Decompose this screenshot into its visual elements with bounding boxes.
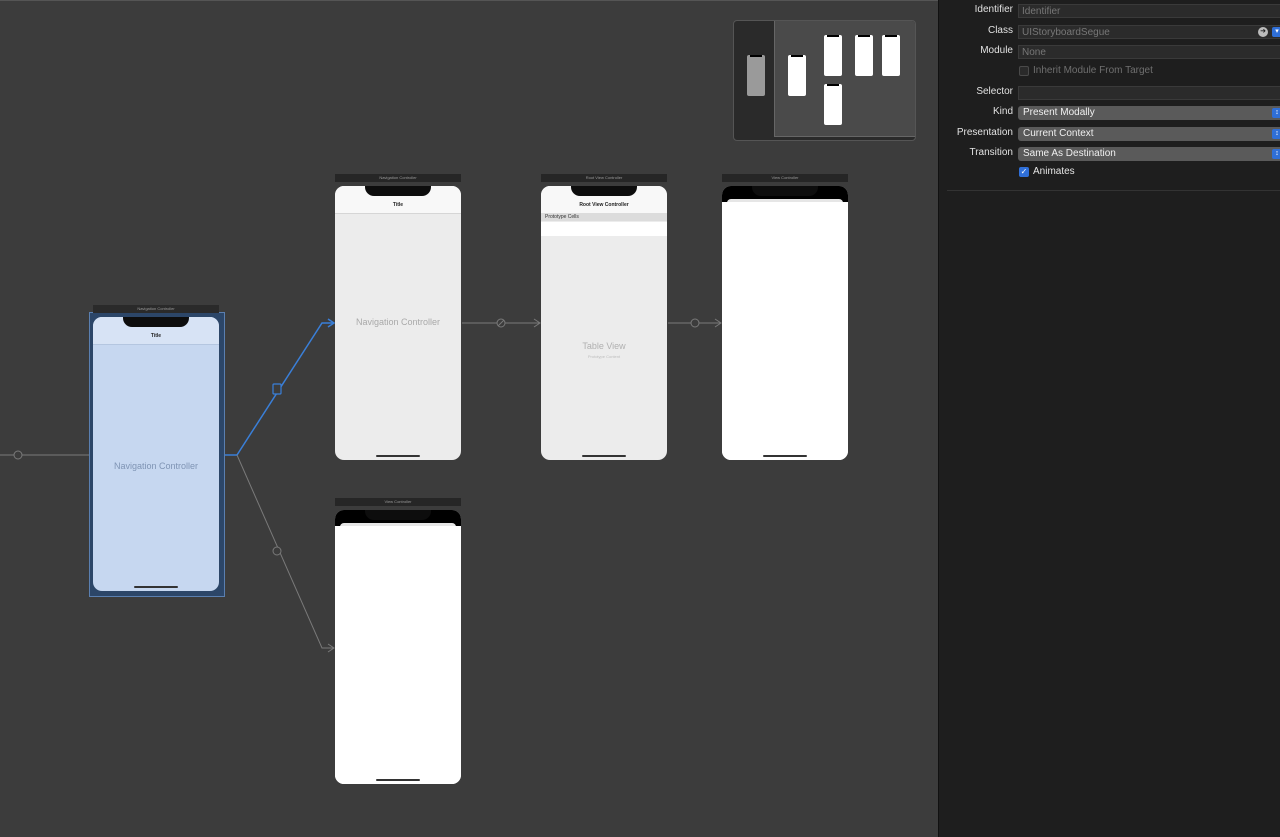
- identifier-row: Identifier Identifier: [939, 0, 1280, 20]
- kind-row: Kind Present Modally ↕: [939, 102, 1280, 122]
- table-view-sublabel: Prototype Content: [587, 354, 621, 359]
- controller-placeholder-label: Navigation Controller: [355, 317, 441, 327]
- minimap-scene[interactable]: [882, 35, 900, 76]
- show-segue-icon[interactable]: [690, 318, 700, 328]
- module-label: Module: [980, 45, 1013, 56]
- presentation-popup[interactable]: Current Context ↕: [1018, 127, 1280, 141]
- home-indicator: [376, 455, 420, 457]
- canvas-minimap[interactable]: [733, 20, 916, 141]
- storyboard-canvas[interactable]: Navigation Controller Title Navigation C…: [0, 0, 938, 837]
- inspector-divider: [947, 190, 1280, 191]
- animates-label: Animates: [1033, 166, 1075, 177]
- class-row: Class UIStoryboardSegue ➜ ▾: [939, 21, 1280, 41]
- chevron-updown-icon: ↕: [1272, 129, 1280, 139]
- chevron-updown-icon: ↕: [1272, 149, 1280, 159]
- minimap-scene[interactable]: [855, 35, 873, 76]
- modal-sheet[interactable]: [722, 202, 848, 460]
- selector-field[interactable]: [1018, 86, 1280, 100]
- kind-value: Present Modally: [1023, 107, 1095, 118]
- minimap-notch: [750, 55, 762, 57]
- home-indicator: [582, 455, 626, 457]
- minimap-scene[interactable]: [824, 84, 842, 125]
- minimap-scene[interactable]: [747, 55, 765, 96]
- chevron-down-icon[interactable]: ▾: [1272, 27, 1280, 37]
- selected-segue-icon[interactable]: [272, 383, 282, 395]
- modal-segue-line[interactable]: [236, 454, 334, 649]
- device-notch: [571, 186, 637, 196]
- module-row: Module None: [939, 41, 1280, 61]
- minimap-notch: [827, 35, 839, 37]
- minimap-scene[interactable]: [824, 35, 842, 76]
- class-field[interactable]: UIStoryboardSegue: [1018, 25, 1280, 39]
- scene-title-bar[interactable]: Navigation Controller: [93, 305, 219, 313]
- home-indicator: [763, 455, 807, 457]
- device-frame[interactable]: [335, 510, 461, 784]
- chevron-updown-icon: ↕: [1272, 108, 1280, 118]
- device-frame[interactable]: [722, 186, 848, 460]
- inherit-module-checkbox[interactable]: [1019, 66, 1029, 76]
- attributes-inspector: Identifier Identifier Class UIStoryboard…: [938, 0, 1280, 837]
- home-indicator: [134, 586, 178, 588]
- scene-title-bar[interactable]: Navigation Controller: [335, 174, 461, 182]
- arrow-right-circle-icon[interactable]: ➜: [1258, 27, 1268, 37]
- navigation-title: Title: [150, 333, 162, 339]
- presentation-row: Presentation Current Context ↕: [939, 123, 1280, 143]
- transition-popup[interactable]: Same As Destination ↕: [1018, 147, 1280, 161]
- controller-placeholder-label: Navigation Controller: [113, 461, 199, 471]
- animates-checkbox[interactable]: ✓: [1019, 167, 1029, 177]
- device-frame[interactable]: Root View Controller Prototype Cells Tab…: [541, 186, 667, 460]
- transition-row: Transition Same As Destination ↕: [939, 143, 1280, 163]
- device-notch: [365, 510, 431, 520]
- inherit-module-label: Inherit Module From Target: [1033, 65, 1153, 76]
- transition-value: Same As Destination: [1023, 148, 1116, 159]
- selector-label: Selector: [976, 86, 1013, 97]
- identifier-field[interactable]: Identifier: [1018, 4, 1280, 18]
- device-notch: [752, 186, 818, 196]
- scene-title-bar[interactable]: Root View Controller: [541, 174, 667, 182]
- scene-title-bar[interactable]: View Controller: [335, 498, 461, 506]
- device-notch: [123, 317, 189, 327]
- navigation-title: Root View Controller: [579, 202, 629, 208]
- minimap-notch: [858, 35, 870, 37]
- navigation-title: Title: [392, 202, 404, 208]
- prototype-cells-header: Prototype Cells: [541, 213, 667, 221]
- device-frame[interactable]: Title Navigation Controller: [335, 186, 461, 460]
- module-field[interactable]: None: [1018, 45, 1280, 59]
- minimap-notch: [885, 35, 897, 37]
- modal-segue-icon[interactable]: [272, 546, 282, 556]
- checkmark-icon: ✓: [1020, 167, 1028, 176]
- minimap-notch: [827, 84, 839, 86]
- prototype-cell[interactable]: [541, 222, 667, 236]
- minimap-scene[interactable]: [788, 55, 806, 96]
- identifier-label: Identifier: [974, 4, 1013, 15]
- kind-label: Kind: [992, 106, 1013, 117]
- table-view-label: Table View: [582, 341, 626, 351]
- presentation-label: Presentation: [956, 127, 1013, 138]
- kind-popup[interactable]: Present Modally ↕: [1018, 106, 1280, 120]
- selector-row: Selector: [939, 82, 1280, 102]
- home-indicator: [376, 779, 420, 781]
- modal-sheet[interactable]: [335, 526, 461, 784]
- presentation-value: Current Context: [1023, 128, 1094, 139]
- entry-segue-icon[interactable]: [13, 450, 23, 460]
- class-label: Class: [987, 25, 1013, 36]
- scene-title-bar[interactable]: View Controller: [722, 174, 848, 182]
- minimap-notch: [791, 55, 803, 57]
- device-notch: [365, 186, 431, 196]
- transition-label: Transition: [969, 147, 1013, 158]
- device-frame[interactable]: Title Navigation Controller: [93, 317, 219, 591]
